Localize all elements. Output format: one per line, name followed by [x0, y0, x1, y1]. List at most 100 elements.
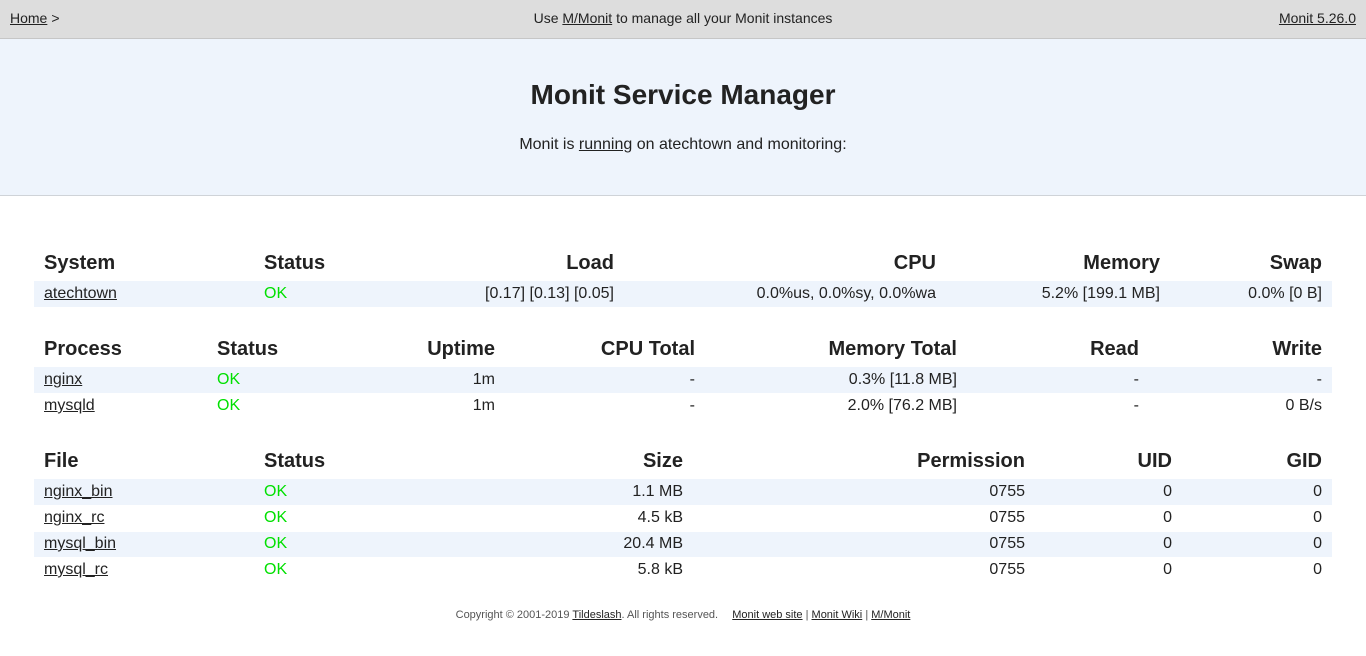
home-link[interactable]: Home — [10, 10, 47, 26]
col-header-status: Status — [217, 337, 279, 360]
col-header-process: Process — [44, 337, 122, 360]
cpu-total-value: - — [505, 393, 705, 420]
col-header-uptime: Uptime — [427, 337, 495, 360]
promo-suffix: to manage all your Monit instances — [616, 10, 833, 26]
cpu-total-value: - — [505, 367, 705, 394]
table-row: atechtown OK [0.17] [0.13] [0.05] 0.0%us… — [34, 281, 1332, 308]
table-row: nginx_rc OK 4.5 kB 0755 0 0 — [34, 505, 1332, 532]
breadcrumb: Home > — [10, 0, 60, 36]
col-header-cpu: CPU — [893, 251, 936, 274]
table-row: mysql_rc OK 5.8 kB 0755 0 0 — [34, 557, 1332, 584]
col-header-memory-total: Memory Total — [828, 337, 957, 360]
uid-value: 0 — [1035, 557, 1182, 584]
memory-total-value: 0.3% [11.8 MB] — [705, 367, 967, 394]
col-header-gid: GID — [1286, 449, 1322, 472]
status-line: Monit is running on atechtown and monito… — [0, 135, 1366, 155]
col-header-read: Read — [1090, 337, 1139, 360]
col-header-permission: Permission — [917, 449, 1025, 472]
size-value: 4.5 kB — [414, 505, 693, 532]
gid-value: 0 — [1182, 479, 1332, 506]
col-header-swap: Swap — [1269, 251, 1322, 274]
system-header-row: System Status Load CPU Memory Swap — [34, 245, 1332, 281]
col-header-file: File — [44, 449, 79, 472]
read-value: - — [967, 367, 1149, 394]
col-header-size: Size — [642, 449, 683, 472]
read-value: - — [967, 393, 1149, 420]
footer: Copyright © 2001-2019 Tildeslash. All ri… — [0, 608, 1366, 622]
mmonit-promo: Use M/Monit to manage all your Monit ins… — [0, 0, 1366, 36]
promo-prefix: Use — [533, 10, 559, 26]
status-badge: OK — [207, 367, 337, 394]
col-header-write: Write — [1272, 337, 1322, 360]
copyright-text: Copyright © 2001-2019 — [455, 609, 570, 621]
table-row: nginx OK 1m - 0.3% [11.8 MB] - - — [34, 367, 1332, 394]
status-badge: OK — [207, 393, 337, 420]
system-name-link[interactable]: atechtown — [44, 285, 117, 302]
uptime-value: 1m — [337, 393, 505, 420]
file-header-row: File Status Size Permission UID GID — [34, 443, 1332, 479]
swap-value: 0.0% [0 B] — [1170, 281, 1332, 308]
page-title: Monit Service Manager — [530, 79, 836, 110]
uid-value: 0 — [1035, 505, 1182, 532]
write-value: - — [1149, 367, 1332, 394]
status-badge: OK — [254, 281, 414, 308]
gid-value: 0 — [1182, 531, 1332, 558]
process-table: Process Status Uptime CPU Total Memory T… — [34, 331, 1332, 420]
status-badge: OK — [254, 557, 414, 584]
mmonit-footer-link[interactable]: M/Monit — [871, 609, 910, 621]
footer-link-separator: | — [865, 609, 869, 621]
mmonit-link[interactable]: M/Monit — [562, 10, 612, 26]
file-table: File Status Size Permission UID GID ngin… — [34, 443, 1332, 584]
version-link[interactable]: Monit 5.26.0 — [1279, 10, 1356, 26]
col-header-status: Status — [264, 251, 326, 274]
breadcrumb-separator: > — [51, 10, 60, 26]
permission-value: 0755 — [693, 557, 1035, 584]
cpu-value: 0.0%us, 0.0%sy, 0.0%wa — [624, 281, 946, 308]
gid-value: 0 — [1182, 505, 1332, 532]
process-header-row: Process Status Uptime CPU Total Memory T… — [34, 331, 1332, 367]
col-header-load: Load — [566, 251, 614, 274]
write-value: 0 B/s — [1149, 393, 1332, 420]
file-name-link[interactable]: nginx_rc — [44, 509, 104, 526]
uid-value: 0 — [1035, 531, 1182, 558]
col-header-status: Status — [264, 449, 326, 472]
process-name-link[interactable]: mysqld — [44, 397, 95, 414]
status-suffix: on atechtown and monitoring: — [636, 136, 847, 153]
size-value: 1.1 MB — [414, 479, 693, 506]
system-table: System Status Load CPU Memory Swap atech… — [34, 245, 1332, 308]
running-link[interactable]: running — [579, 136, 632, 153]
col-header-uid: UID — [1137, 449, 1172, 472]
col-header-memory: Memory — [1083, 251, 1160, 274]
status-badge: OK — [254, 505, 414, 532]
permission-value: 0755 — [693, 479, 1035, 506]
tildeslash-link[interactable]: Tildeslash — [572, 609, 621, 621]
uptime-value: 1m — [337, 367, 505, 394]
file-name-link[interactable]: mysql_rc — [44, 561, 108, 578]
rights-text: . All rights reserved. — [621, 609, 719, 621]
top-nav-bar: Home > Use M/Monit to manage all your Mon… — [0, 0, 1366, 39]
permission-value: 0755 — [693, 505, 1035, 532]
monit-wiki-link[interactable]: Monit Wiki — [812, 609, 863, 621]
status-prefix: Monit is — [519, 136, 575, 153]
table-row: mysql_bin OK 20.4 MB 0755 0 0 — [34, 531, 1332, 558]
load-value: [0.17] [0.13] [0.05] — [414, 281, 624, 308]
footer-link-separator: | — [805, 609, 809, 621]
col-header-cpu-total: CPU Total — [600, 337, 695, 360]
file-name-link[interactable]: nginx_bin — [44, 483, 113, 500]
col-header-system: System — [44, 251, 116, 274]
page-header: Monit Service Manager Monit is running o… — [0, 39, 1366, 196]
monit-web-site-link[interactable]: Monit web site — [732, 609, 802, 621]
status-badge: OK — [254, 479, 414, 506]
process-name-link[interactable]: nginx — [44, 371, 82, 388]
file-name-link[interactable]: mysql_bin — [44, 535, 116, 552]
permission-value: 0755 — [693, 531, 1035, 558]
status-badge: OK — [254, 531, 414, 558]
memory-total-value: 2.0% [76.2 MB] — [705, 393, 967, 420]
table-row: mysqld OK 1m - 2.0% [76.2 MB] - 0 B/s — [34, 393, 1332, 420]
size-value: 5.8 kB — [414, 557, 693, 584]
uid-value: 0 — [1035, 479, 1182, 506]
memory-value: 5.2% [199.1 MB] — [946, 281, 1170, 308]
gid-value: 0 — [1182, 557, 1332, 584]
table-row: nginx_bin OK 1.1 MB 0755 0 0 — [34, 479, 1332, 506]
size-value: 20.4 MB — [414, 531, 693, 558]
